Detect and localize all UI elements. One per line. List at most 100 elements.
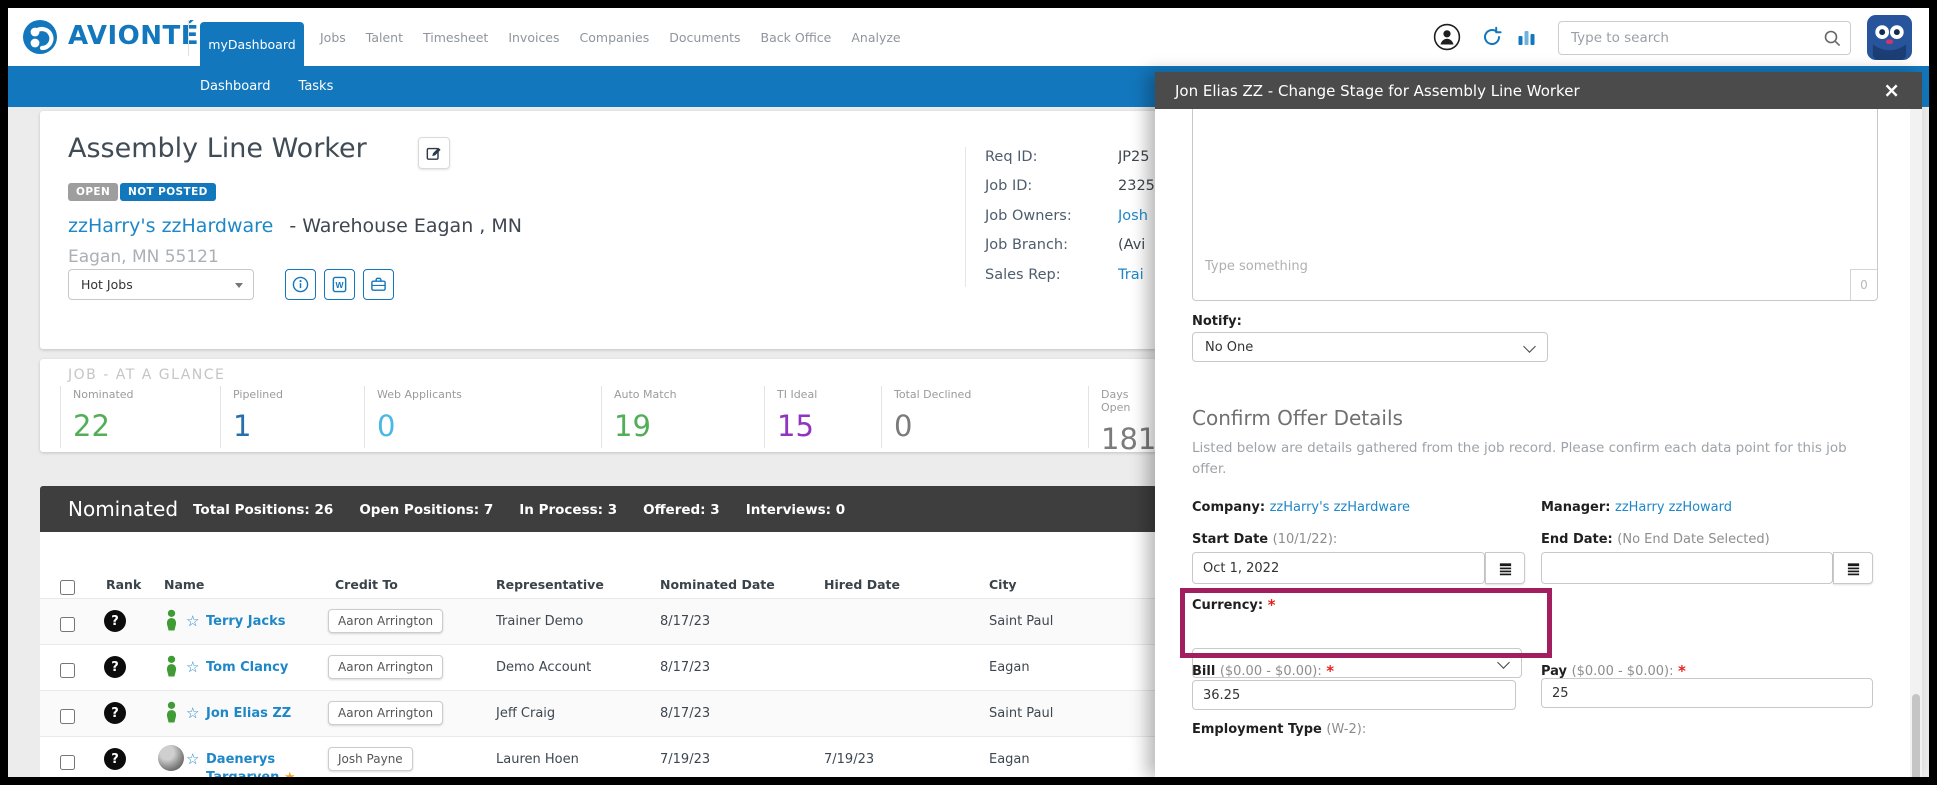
credit-to-chip[interactable]: Aaron Arrington	[328, 609, 443, 633]
modal-scrollbar-thumb[interactable]	[1912, 694, 1920, 785]
representative-cell: Jeff Craig	[496, 706, 555, 721]
credit-to-chip[interactable]: Aaron Arrington	[328, 655, 443, 679]
start-date-label-text: Start Date	[1192, 532, 1268, 547]
talent-name-link[interactable]: Jon Elias ZZ	[206, 706, 291, 721]
user-profile-icon[interactable]	[1433, 23, 1461, 51]
caret-down-icon	[235, 283, 243, 288]
manager-row: Manager: zzHarry zzHoward	[1541, 500, 1732, 515]
required-marker: *	[1326, 662, 1334, 680]
table-row[interactable]: ? ☆ Jon Elias ZZ Aaron Arrington Jeff Cr…	[40, 690, 1157, 737]
briefcase-icon	[370, 276, 387, 293]
row-checkbox[interactable]	[60, 755, 75, 770]
manager-value-link[interactable]: zzHarry zzHoward	[1615, 500, 1732, 515]
representative-cell: Demo Account	[496, 660, 591, 675]
modal-header: Jon Elias ZZ - Change Stage for Assembly…	[1155, 72, 1922, 109]
nominated-date-cell: 8/17/23	[660, 660, 710, 675]
nav-tab-mydashboard[interactable]: myDashboard	[200, 22, 304, 66]
nav-item-talent[interactable]: Talent	[366, 30, 403, 45]
start-date-calendar-button[interactable]	[1485, 552, 1525, 584]
talent-name-link[interactable]: Daenerys	[206, 752, 275, 767]
col-header-city[interactable]: City	[989, 577, 1017, 592]
favorite-star-icon[interactable]: ☆	[186, 658, 199, 676]
start-date-hint: (10/1/22):	[1273, 532, 1338, 547]
stat-value: 22	[73, 409, 220, 443]
stat-auto-match: Auto Match 19	[601, 386, 764, 448]
word-doc-button[interactable]: W	[324, 269, 355, 300]
select-all-checkbox[interactable]	[60, 580, 75, 595]
table-row[interactable]: ? ☆ Terry Jacks Aaron Arrington Trainer …	[40, 598, 1157, 645]
credit-to-chip[interactable]: Josh Payne	[328, 747, 413, 771]
bill-input[interactable]	[1192, 680, 1516, 710]
search-input[interactable]	[1569, 26, 1813, 50]
calendar-icon	[1498, 561, 1513, 576]
table-row[interactable]: ? ☆ Tom Clancy Aaron Arrington Demo Acco…	[40, 644, 1157, 691]
detail-label: Job ID:	[985, 178, 1032, 194]
city-cell: Saint Paul	[989, 706, 1053, 721]
rank-badge[interactable]: ?	[104, 610, 126, 632]
nav-item-companies[interactable]: Companies	[580, 30, 650, 45]
subnav-item-dashboard[interactable]: Dashboard	[200, 79, 271, 94]
stat-label: Web Applicants	[377, 388, 601, 401]
end-date-calendar-button[interactable]	[1833, 552, 1873, 584]
briefcase-button[interactable]	[363, 269, 394, 300]
col-header-credit-to[interactable]: Credit To	[335, 577, 398, 592]
nav-item-backoffice[interactable]: Back Office	[761, 30, 832, 45]
row-checkbox[interactable]	[60, 663, 75, 678]
stat-label: Days Open	[1101, 388, 1157, 414]
rank-badge[interactable]: ?	[104, 702, 126, 724]
nav-item-analyze[interactable]: Analyze	[851, 30, 900, 45]
pay-input[interactable]	[1541, 678, 1873, 708]
credit-to-chip[interactable]: Aaron Arrington	[328, 701, 443, 725]
hot-jobs-select[interactable]: Hot Jobs	[68, 269, 254, 300]
col-header-hired-date[interactable]: Hired Date	[824, 577, 900, 592]
stat-label: Pipelined	[233, 388, 364, 401]
note-char-counter: 0	[1850, 269, 1877, 300]
top-header-bar: AVIONTÉ myDashboard Jobs Talent Timeshee…	[8, 8, 1929, 66]
info-button[interactable]	[285, 269, 316, 300]
modal-close-icon[interactable]: ×	[1883, 78, 1900, 102]
company-value-link[interactable]: zzHarry's zzHardware	[1270, 500, 1410, 515]
rank-badge[interactable]: ?	[104, 748, 126, 770]
nav-item-jobs[interactable]: Jobs	[320, 30, 346, 45]
owl-app-icon[interactable]	[1867, 15, 1912, 60]
col-header-representative[interactable]: Representative	[496, 577, 604, 592]
talent-person-icon	[164, 655, 179, 677]
nav-item-invoices[interactable]: Invoices	[508, 30, 559, 45]
app-window: AVIONTÉ myDashboard Jobs Talent Timeshee…	[0, 0, 1937, 785]
search-icon[interactable]	[1822, 28, 1842, 48]
col-header-nominated-date[interactable]: Nominated Date	[660, 577, 775, 592]
nav-item-documents[interactable]: Documents	[669, 30, 740, 45]
row-checkbox[interactable]	[60, 709, 75, 724]
talent-name-link-line2[interactable]: Targaryen ★	[206, 770, 296, 778]
divider	[965, 147, 966, 287]
note-editor[interactable]: Type something 0	[1192, 105, 1878, 301]
subnav-item-tasks[interactable]: Tasks	[299, 79, 334, 94]
edit-job-button[interactable]	[418, 137, 450, 169]
talent-name-link[interactable]: Terry Jacks	[206, 614, 285, 629]
hired-date-cell: 7/19/23	[824, 752, 874, 767]
modal-scrollbar-track[interactable]	[1910, 109, 1922, 777]
start-date-input[interactable]	[1192, 552, 1485, 584]
notify-select[interactable]: No One	[1192, 332, 1548, 362]
end-date-input[interactable]	[1541, 552, 1833, 584]
stat-value: 1	[233, 409, 364, 443]
favorite-star-icon[interactable]: ☆	[186, 704, 199, 722]
refresh-undo-icon[interactable]	[1481, 26, 1503, 48]
favorite-star-icon[interactable]: ☆	[186, 612, 199, 630]
col-header-rank[interactable]: Rank	[106, 577, 141, 592]
stat-nominated: Nominated 22	[60, 386, 220, 448]
row-checkbox[interactable]	[60, 617, 75, 632]
col-header-name[interactable]: Name	[164, 577, 204, 592]
bar-chart-icon[interactable]	[1517, 27, 1537, 47]
bill-label: Bill ($0.00 - $0.00): *	[1192, 662, 1334, 680]
talent-name-link[interactable]: Tom Clancy	[206, 660, 288, 675]
offer-section-description: Listed below are details gathered from t…	[1192, 438, 1882, 480]
favorite-star-icon[interactable]: ☆	[186, 750, 199, 768]
table-row[interactable]: ? ☆ Daenerys Targaryen ★ Josh Payne Laur…	[40, 736, 1157, 778]
stat-value: 0	[377, 409, 601, 443]
stat-label: Total Declined	[894, 388, 1088, 401]
divider	[188, 20, 189, 56]
nav-item-timesheet[interactable]: Timesheet	[423, 30, 488, 45]
rank-badge[interactable]: ?	[104, 656, 126, 678]
company-link[interactable]: zzHarry's zzHardware	[68, 215, 273, 237]
